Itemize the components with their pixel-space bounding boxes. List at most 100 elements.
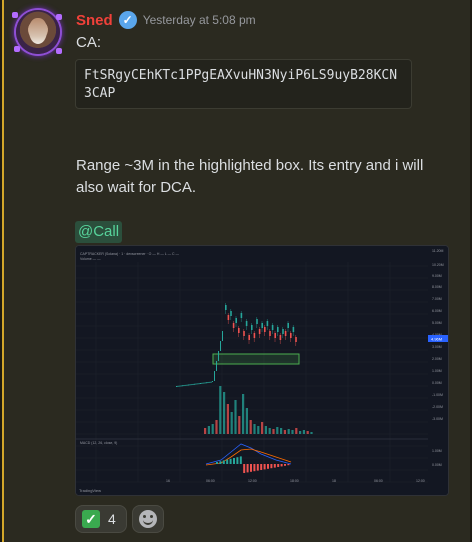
candle: [232, 323, 235, 328]
macd-histogram-bar: [222, 460, 225, 464]
code-block[interactable]: FtSRgyCEhKTc1PPgEAXvuHN3NyiP6LS9uyB28KCN…: [75, 59, 412, 109]
candle: [208, 381, 210, 383]
volume-bar: [249, 420, 252, 434]
candle: [261, 323, 263, 328]
candle: [189, 384, 191, 386]
time-axis-label: 06:00: [374, 479, 383, 483]
volume-bar: [283, 430, 286, 434]
candle: [284, 331, 287, 336]
verified-badge-icon: ✓: [118, 11, 137, 29]
candle: [220, 341, 221, 351]
macd-label: MACD (12, 26, close, 9): [80, 441, 117, 445]
timestamp[interactable]: Yesterday at 5:08 pm: [143, 13, 256, 27]
volume-bar: [215, 420, 218, 434]
macd-histogram-bar: [284, 464, 286, 466]
candle: [258, 329, 261, 334]
volume-bar: [287, 429, 290, 434]
candle: [183, 385, 185, 387]
chart-image[interactable]: CAPTRACKER (Solana) · 1 · dexscreener · …: [75, 245, 449, 496]
candle: [197, 383, 199, 385]
macd-histogram-bar: [280, 464, 283, 467]
volume-bar: [245, 408, 248, 434]
price-axis-label: 8.00M: [432, 285, 442, 289]
avatar-decoration-icon: [12, 12, 18, 18]
candle: [182, 385, 183, 387]
candle: [240, 313, 243, 318]
candle: [176, 386, 177, 387]
candle: [191, 384, 193, 386]
price-axis-label: 9.00M: [432, 274, 442, 278]
avatar-decoration-icon: [14, 46, 20, 52]
volume-bar: [272, 429, 275, 434]
candle: [209, 381, 211, 383]
macd-histogram-bar: [277, 464, 280, 467]
candle: [177, 385, 179, 387]
price-axis-label: 6.00M: [432, 309, 442, 313]
candle: [253, 333, 256, 338]
candle: [179, 385, 181, 387]
candle: [251, 325, 253, 330]
macd-histogram-bar: [229, 458, 232, 464]
candle: [225, 305, 227, 310]
candle: [190, 384, 192, 386]
highlight-box: [212, 353, 300, 365]
candle: [180, 385, 182, 387]
candle: [204, 382, 206, 384]
price-axis-label: -2.00M: [432, 405, 443, 409]
message-line-ca: CA:: [76, 34, 102, 51]
candle: [178, 385, 180, 387]
chart-volume-info: Volume — —: [80, 257, 101, 261]
candle: [238, 328, 240, 333]
message-header: Sned ✓ Yesterday at 5:08 pm: [76, 11, 256, 29]
candle: [256, 319, 258, 324]
reaction-count: 4: [108, 511, 116, 527]
macd-histogram-bar: [267, 464, 269, 469]
volume-bar: [299, 431, 302, 434]
price-axis-label: 5.00M: [432, 321, 442, 325]
candle: [202, 382, 204, 384]
macd-histogram-bar: [216, 462, 218, 464]
candle: [248, 335, 250, 340]
volume-bar: [238, 416, 241, 434]
candle: [245, 321, 248, 326]
candle: [235, 318, 237, 323]
price-axis-label: 1.00M: [432, 369, 442, 373]
volume-bar: [257, 426, 260, 434]
add-reaction-button[interactable]: [131, 505, 164, 533]
price-axis-label: 2.00M: [432, 357, 442, 361]
candle: [218, 351, 219, 361]
reaction-check[interactable]: ✓ 4: [75, 505, 127, 533]
candle: [206, 382, 207, 384]
candle: [192, 383, 194, 385]
macd-histogram-bar: [239, 456, 242, 464]
time-axis-label: 12:00: [248, 479, 257, 483]
volume-bar: [276, 427, 279, 434]
volume-bar: [253, 424, 256, 434]
candle: [243, 331, 245, 336]
username[interactable]: Sned: [76, 12, 113, 29]
macd-histogram-bar: [246, 464, 249, 473]
candle: [201, 382, 203, 384]
macd-histogram-bar: [233, 458, 235, 464]
macd-histogram-bar: [260, 464, 263, 470]
macd-histogram-bar: [287, 464, 290, 466]
macd-histogram-bar: [273, 464, 276, 468]
price-axis-label: 10.20M: [432, 263, 444, 267]
price-axis-label: 0.00M: [432, 381, 442, 385]
candle: [210, 381, 212, 383]
price-axis-label: 0.00M: [432, 463, 442, 467]
macd-histogram-bar: [219, 461, 222, 464]
candle: [196, 383, 198, 385]
message-container: Sned ✓ Yesterday at 5:08 pm CA: FtSRgyCE…: [2, 0, 470, 542]
time-axis-label: 16: [166, 479, 170, 483]
avatar-decoration-icon: [56, 14, 62, 20]
volume-bar: [261, 422, 264, 434]
volume-bar: [223, 392, 226, 434]
tradingview-watermark: TradingView: [79, 488, 101, 493]
check-mark-icon: ✓: [82, 510, 100, 528]
candle: [195, 383, 197, 385]
smile-icon: [138, 510, 157, 528]
user-avatar[interactable]: [12, 10, 62, 54]
candle: [227, 315, 230, 320]
role-mention[interactable]: @Call: [75, 221, 123, 243]
